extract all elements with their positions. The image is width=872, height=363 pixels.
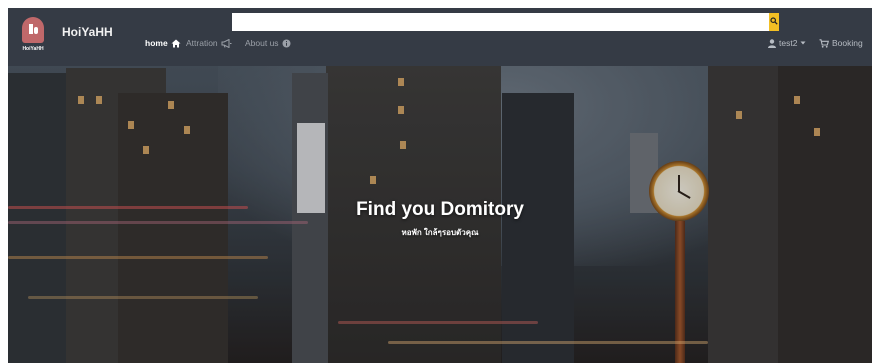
nav-home[interactable]: home [145, 38, 181, 48]
caret-down-icon [800, 41, 806, 45]
search-icon [770, 17, 778, 25]
search-button[interactable] [769, 13, 779, 31]
brand-name[interactable]: HoiYaHH [62, 25, 113, 39]
logo-caption: HoiYaHH [22, 46, 44, 52]
hero-banner: Find you Domitory หอพัก ใกล้ๆรอบตัวคุณ [8, 66, 872, 363]
top-navbar: HoiYaHH HoiYaHH home Attration About us … [8, 8, 872, 66]
nav-attraction[interactable]: Attration [186, 38, 232, 48]
bullhorn-icon [221, 38, 232, 48]
hero-title: Find you Domitory [356, 199, 524, 220]
cart-icon [819, 38, 829, 48]
home-icon [171, 39, 181, 47]
logo-badge-icon [22, 17, 44, 43]
nav-booking[interactable]: Booking [819, 38, 863, 48]
nav-home-label: home [145, 38, 168, 48]
hero-subtitle: หอพัก ใกล้ๆรอบตัวคุณ [401, 228, 479, 237]
nav-about-label: About us [245, 38, 279, 48]
info-circle-icon [282, 39, 291, 47]
nav-about[interactable]: About us [245, 38, 291, 48]
user-icon [768, 38, 776, 48]
page-frame: HoiYaHH HoiYaHH home Attration About us … [8, 8, 872, 363]
user-name: test2 [779, 38, 798, 48]
user-menu[interactable]: test2 [768, 38, 806, 48]
nav-attraction-label: Attration [186, 38, 218, 48]
site-logo[interactable]: HoiYaHH [20, 15, 46, 57]
search-input[interactable] [232, 13, 769, 31]
nav-booking-label: Booking [832, 38, 863, 48]
